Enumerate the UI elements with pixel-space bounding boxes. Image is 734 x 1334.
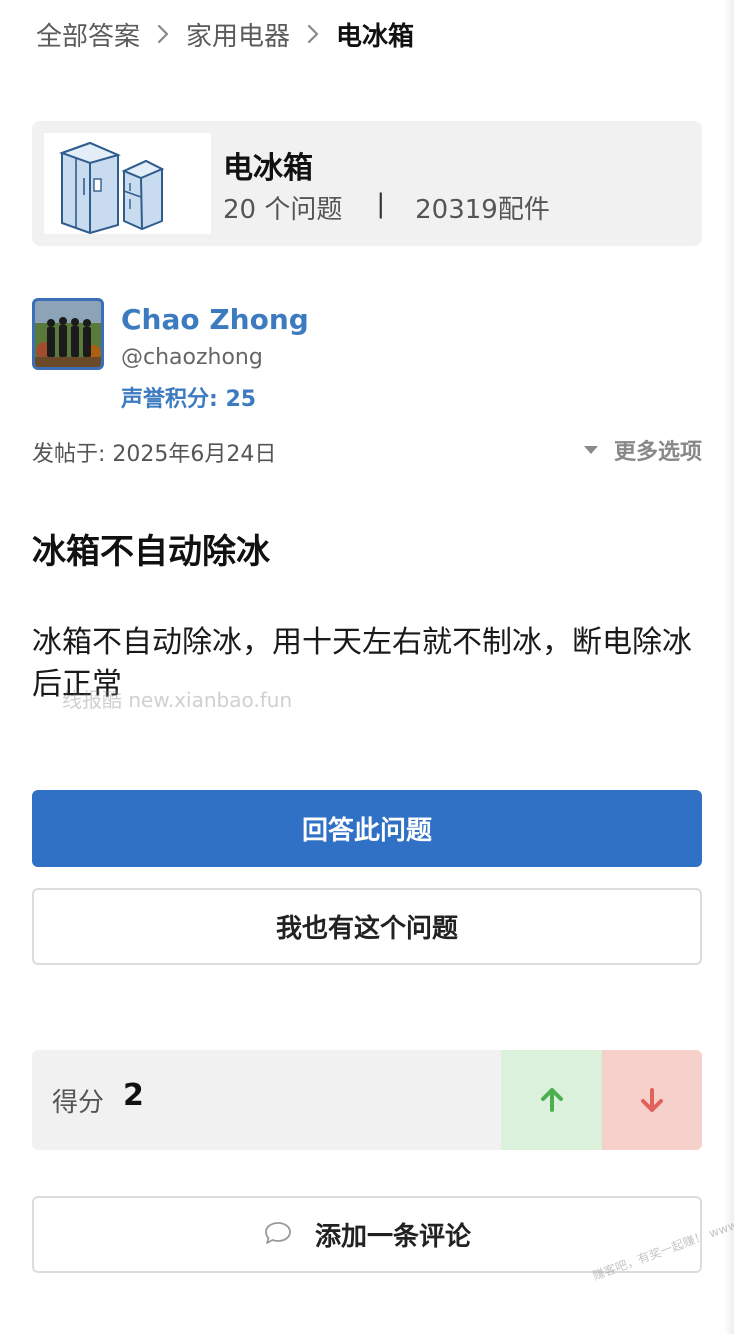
answer-button[interactable]: 回答此问题	[32, 790, 702, 867]
more-options-button[interactable]: 更多选项	[583, 434, 702, 466]
breadcrumb-all-answers[interactable]: 全部答案	[36, 16, 140, 53]
question-count: 20 个问题	[223, 195, 343, 225]
refrigerator-icon	[59, 141, 165, 235]
arrow-down-icon	[641, 1088, 663, 1112]
add-comment-button[interactable]: 添加一条评论	[32, 1196, 702, 1273]
score-bar: 得分 2	[32, 1050, 702, 1150]
author-reputation: 声誉积分: 25	[121, 387, 257, 412]
downvote-button[interactable]	[602, 1050, 702, 1150]
device-card[interactable]: 电冰箱 20 个问题 | 20319配件	[32, 121, 702, 246]
upvote-button[interactable]	[501, 1050, 602, 1150]
device-meta: 20 个问题 | 20319配件	[223, 189, 550, 226]
more-options-label: 更多选项	[613, 440, 702, 465]
add-comment-label: 添加一条评论	[314, 1222, 471, 1252]
device-title: 电冰箱	[223, 151, 313, 186]
meta-separator: |	[376, 189, 386, 219]
score-label: 得分	[52, 1088, 105, 1118]
caret-down-icon	[583, 446, 598, 454]
author-handle: @chaozhong	[121, 345, 263, 370]
device-image	[44, 133, 211, 235]
posted-date: 发帖于: 2025年6月24日	[32, 442, 277, 467]
breadcrumb: 全部答案 家用电器 电冰箱	[36, 14, 414, 54]
breadcrumb-current: 电冰箱	[336, 21, 415, 52]
same-problem-button[interactable]: 我也有这个问题	[32, 888, 702, 965]
author-name[interactable]: Chao Zhong	[121, 303, 309, 336]
question-title: 冰箱不自动除冰	[32, 532, 270, 572]
score-value: 2	[123, 1078, 144, 1113]
chevron-right-icon	[140, 14, 186, 54]
chevron-right-icon	[290, 14, 336, 54]
watermark: 线报酷 new.xianbao.fun	[62, 688, 293, 712]
arrow-up-icon	[540, 1088, 563, 1112]
comment-icon	[263, 1220, 293, 1250]
scroll-edge	[724, 0, 734, 1334]
breadcrumb-appliances[interactable]: 家用电器	[186, 16, 290, 53]
avatar[interactable]	[32, 298, 104, 370]
parts-count: 20319配件	[415, 195, 550, 225]
